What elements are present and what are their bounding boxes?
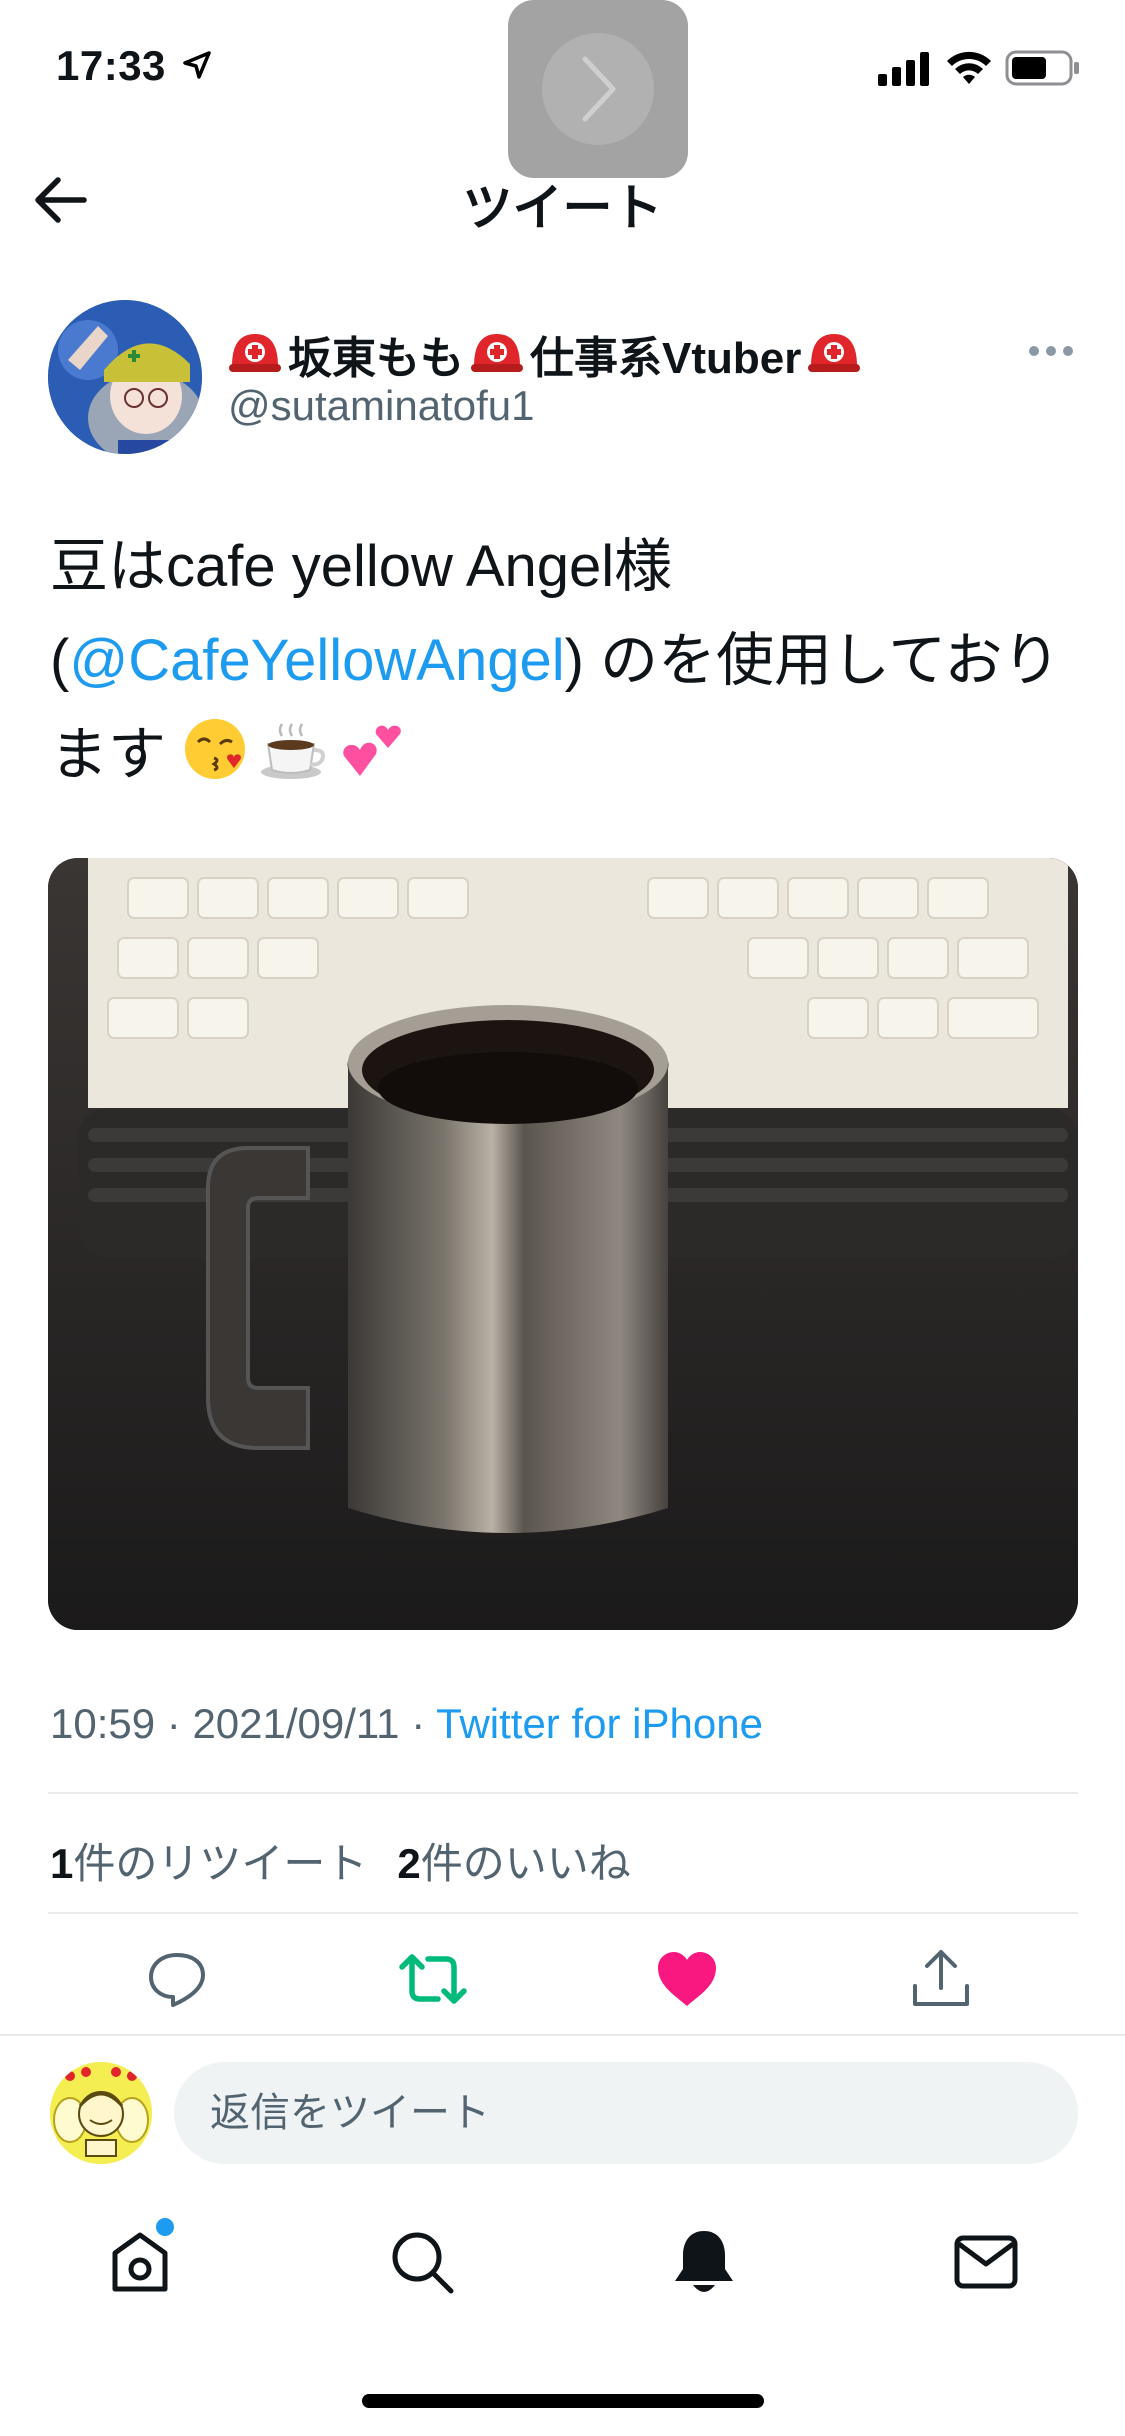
author-name-suffix: 仕事系Vtuber: [530, 334, 802, 383]
like-count-link[interactable]: 2件のいいね: [397, 1840, 630, 1887]
page-title: ツイート: [462, 180, 663, 236]
notifications-icon: [675, 2231, 733, 2292]
like-count: 2: [397, 1840, 421, 1887]
more-options-icon[interactable]: [1028, 342, 1074, 360]
retweet-count-link[interactable]: 1件のリツイート: [50, 1840, 367, 1887]
engagement-counts: 1件のリツイート 2件のいいね: [50, 1830, 631, 1891]
retweet-count-label: 件のリツイート: [73, 1840, 368, 1887]
rescue-helmet-emoji-icon: [808, 334, 861, 372]
tweet-time: 10:59: [50, 1700, 156, 1747]
author-display-name[interactable]: 坂東もも 仕事系Vtuber: [228, 322, 861, 386]
meta-separator: ·: [155, 1700, 193, 1747]
retweet-icon: [399, 1954, 467, 2004]
my-avatar[interactable]: [50, 2062, 152, 2164]
cellular-signal-icon: [878, 52, 929, 86]
tweet-media-photo[interactable]: [48, 858, 1078, 1630]
home-indicator: [362, 2394, 764, 2408]
tweet-source-link[interactable]: Twitter for iPhone: [436, 1700, 763, 1747]
chevron-right-icon: [582, 56, 616, 122]
tweet-date: 2021/09/11: [192, 1700, 400, 1747]
author-name-text: 坂東もも: [288, 334, 464, 383]
home-notification-dot: [156, 2218, 174, 2236]
mention-link[interactable]: @CafeYellowAngel: [69, 628, 564, 693]
overlay-next-button[interactable]: [508, 0, 688, 178]
share-icon: [913, 1950, 969, 2006]
search-icon: [392, 2232, 454, 2294]
tweet-meta: 10:59 · 2021/09/11 · Twitter for iPhone: [50, 1700, 763, 1748]
retweet-button[interactable]: [398, 1944, 468, 2014]
reply-input[interactable]: [174, 2062, 1078, 2164]
like-icon: [658, 1952, 716, 2006]
author-avatar[interactable]: [48, 300, 202, 454]
divider: [48, 1792, 1078, 1794]
wifi-icon: [947, 51, 991, 84]
location-arrow-icon: [183, 51, 211, 79]
rescue-helmet-emoji-icon: [229, 334, 281, 372]
hot-beverage-emoji-icon: [261, 723, 326, 779]
meta-separator: ·: [399, 1700, 437, 1747]
divider: [0, 2034, 1125, 2036]
kissing-face-emoji-icon: [185, 719, 246, 779]
tweet-text: 豆はcafe yellow Angel様(@CafeYellowAngel) の…: [50, 520, 1080, 802]
home-icon: [112, 2232, 168, 2292]
status-time: 17:33: [56, 42, 166, 89]
reply-icon: [149, 1953, 205, 2007]
author-username[interactable]: @sutaminatofu1: [228, 382, 534, 430]
retweet-count: 1: [50, 1840, 74, 1887]
nav-notifications[interactable]: [664, 2222, 744, 2302]
like-button[interactable]: [652, 1944, 722, 2014]
divider: [48, 1912, 1078, 1914]
share-button[interactable]: [906, 1944, 976, 2014]
like-count-label: 件のいいね: [420, 1840, 631, 1887]
messages-icon: [954, 2235, 1018, 2289]
reply-button[interactable]: [142, 1944, 212, 2014]
rescue-helmet-emoji-icon: [471, 334, 523, 372]
nav-search[interactable]: [382, 2222, 462, 2302]
nav-messages[interactable]: [946, 2222, 1026, 2302]
battery-icon: [1005, 50, 1079, 86]
two-hearts-emoji-icon: [343, 725, 401, 776]
